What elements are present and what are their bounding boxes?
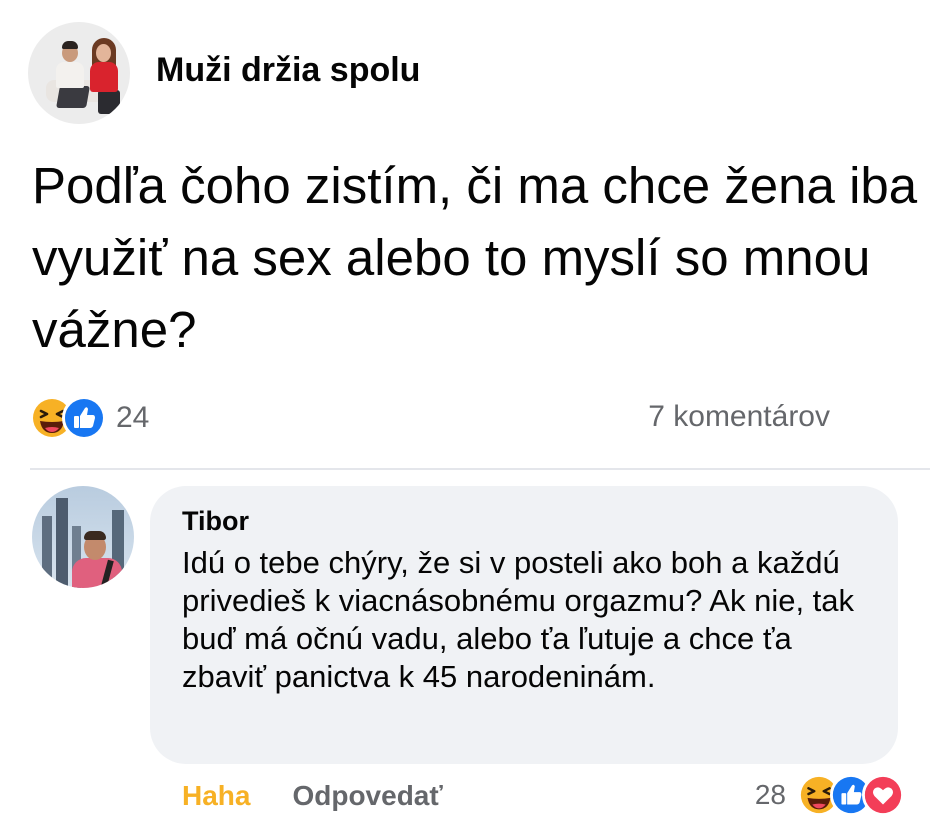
love-icon: [862, 774, 904, 816]
comments-count-link[interactable]: 7 komentárov: [648, 400, 830, 434]
reply-button[interactable]: Odpovedať: [292, 780, 442, 812]
comment-reaction-count: 28: [754, 779, 786, 810]
haha-reaction-button[interactable]: Haha: [182, 780, 250, 812]
page-avatar[interactable]: [28, 22, 130, 124]
post-reaction-count: 24: [116, 401, 150, 434]
commenter-avatar[interactable]: [32, 486, 134, 588]
post-reactions[interactable]: 24: [30, 396, 149, 440]
comment-text: Idú o tebe chýry, že si v posteli ako bo…: [182, 545, 855, 694]
post-header: Muži držia spolu: [28, 22, 420, 124]
post-stats: 24 7 komentárov: [30, 396, 830, 444]
divider: [30, 468, 930, 470]
comment-reactions[interactable]: 28: [755, 774, 904, 816]
like-icon: [62, 396, 106, 440]
comment-bubble: Tibor Idú o tebe chýry, že si v posteli …: [150, 486, 898, 764]
page-name[interactable]: Muži držia spolu: [156, 51, 420, 90]
comment-author[interactable]: Tibor: [182, 506, 249, 537]
post-text: Podľa čoho zistím, či ma chce žena iba v…: [32, 157, 918, 358]
comment-actions: Haha Odpovedať: [182, 780, 443, 812]
